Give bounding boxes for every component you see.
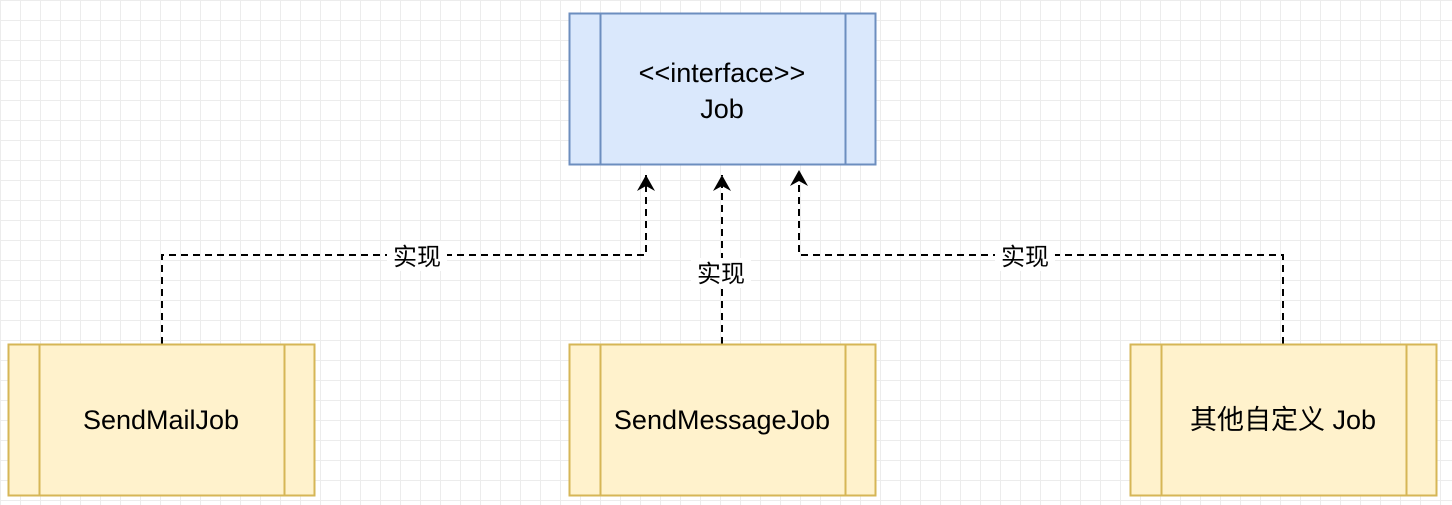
class-node-custom-job[interactable]: 其他自定义 Job xyxy=(1129,343,1438,497)
edge-label: 实现 xyxy=(1001,244,1049,271)
edge-customjob-to-job: 实现 xyxy=(790,170,1284,344)
interface-node-box xyxy=(568,12,877,166)
interface-node-job[interactable]: <<interface>> Job xyxy=(568,12,877,166)
class-node-sendmessagejob[interactable]: SendMessageJob xyxy=(568,343,877,497)
edge-sendmessagejob-to-job: 实现 xyxy=(691,175,751,344)
edge-label: 实现 xyxy=(697,261,745,288)
class-node-sendmailjob[interactable]: SendMailJob xyxy=(7,343,316,497)
class-node-name: SendMessageJob xyxy=(614,405,830,435)
class-node-name: 其他自定义 Job xyxy=(1190,405,1376,435)
edge-label: 实现 xyxy=(393,244,441,271)
interface-name: Job xyxy=(700,94,744,124)
diagram-canvas: <<interface>> Job 实现 实现 实现 SendMailJob S… xyxy=(7,12,1438,497)
class-node-name: SendMailJob xyxy=(83,405,239,435)
edge-sendmailjob-to-job: 实现 xyxy=(161,175,655,344)
interface-stereotype: <<interface>> xyxy=(639,58,806,88)
